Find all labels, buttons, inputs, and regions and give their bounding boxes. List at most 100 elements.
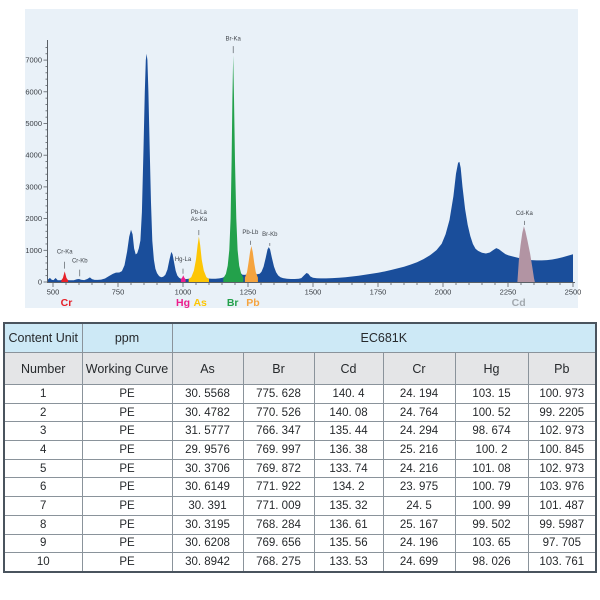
table-cell: PE — [82, 553, 172, 572]
table-cell: 771. 009 — [243, 497, 314, 516]
table-cell: 30. 6208 — [172, 534, 243, 553]
table-cell: 133. 74 — [314, 459, 383, 478]
x-tick-label: 1750 — [370, 288, 387, 297]
table-row: 10PE30. 8942768. 275133. 5324. 69998. 02… — [4, 553, 596, 572]
column-header-cell: As — [172, 353, 243, 385]
element-label: Cd — [512, 297, 526, 309]
table-cell: 133. 53 — [314, 553, 383, 572]
table-cell: 30. 5568 — [172, 385, 243, 404]
table-row: 2PE30. 4782770. 526140. 0824. 764100. 52… — [4, 403, 596, 422]
table-cell: 7 — [4, 497, 82, 516]
table-row: 7PE30. 391771. 009135. 3224. 5100. 99101… — [4, 497, 596, 516]
table-cell: 30. 3195 — [172, 515, 243, 534]
table-cell: 8 — [4, 515, 82, 534]
table-row: 9PE30. 6208769. 656135. 5624. 196103. 65… — [4, 534, 596, 553]
table-cell: 24. 5 — [383, 497, 455, 516]
element-label: Cr — [61, 297, 73, 309]
x-tick-label: 2250 — [500, 288, 517, 297]
element-label: As — [193, 297, 207, 309]
table-cell: 30. 6149 — [172, 478, 243, 497]
table-row: 6PE30. 6149771. 922134. 223. 975100. 791… — [4, 478, 596, 497]
table-cell: 31. 5777 — [172, 422, 243, 441]
table-cell: 1 — [4, 385, 82, 404]
peak-label: Br-Ka — [226, 36, 242, 42]
spectrum-chart-panel: 0100020003000400050006000700050075010001… — [0, 0, 600, 318]
table-cell: 101. 487 — [528, 497, 596, 516]
y-tick-label: 5000 — [25, 119, 42, 128]
table-cell: 100. 2 — [455, 441, 528, 460]
table-cell: 4 — [4, 441, 82, 460]
peak-label: Cr-Kb — [72, 258, 88, 264]
y-tick-label: 7000 — [25, 56, 42, 65]
table-cell: 2 — [4, 403, 82, 422]
table-cell: 23. 975 — [383, 478, 455, 497]
column-header-cell: Br — [243, 353, 314, 385]
spectrum-svg: 0100020003000400050006000700050075010001… — [0, 0, 600, 318]
table-cell: 100. 52 — [455, 403, 528, 422]
element-label: Hg — [176, 297, 190, 309]
table-cell: 140. 08 — [314, 403, 383, 422]
table-cell: 140. 4 — [314, 385, 383, 404]
table-cell: 770. 526 — [243, 403, 314, 422]
table-cell: 98. 674 — [455, 422, 528, 441]
table-cell: 103. 761 — [528, 553, 596, 572]
table-cell: 5 — [4, 459, 82, 478]
table-cell: 30. 3706 — [172, 459, 243, 478]
table-cell: PE — [82, 515, 172, 534]
peak-label: Pb-La — [191, 210, 208, 216]
header-row-columns: NumberWorking CurveAsBrCdCrHgPb — [4, 353, 596, 385]
x-tick-label: 2000 — [435, 288, 452, 297]
table-cell: 30. 8942 — [172, 553, 243, 572]
x-tick-label: 500 — [47, 288, 60, 297]
y-tick-label: 0 — [38, 278, 42, 287]
table-cell: 102. 973 — [528, 459, 596, 478]
column-header-cell: Hg — [455, 353, 528, 385]
table-cell: 99. 502 — [455, 515, 528, 534]
table-cell: 100. 99 — [455, 497, 528, 516]
table-cell: 768. 284 — [243, 515, 314, 534]
table-cell: PE — [82, 385, 172, 404]
table-cell: 769. 656 — [243, 534, 314, 553]
results-table-container: Content UnitppmEC681KNumberWorking Curve… — [3, 322, 597, 573]
table-cell: 98. 026 — [455, 553, 528, 572]
y-tick-label: 1000 — [25, 246, 42, 255]
table-cell: 103. 15 — [455, 385, 528, 404]
header-row-units: Content UnitppmEC681K — [4, 323, 596, 353]
peak-label: Pb-Lb — [242, 230, 259, 236]
table-cell: 100. 79 — [455, 478, 528, 497]
peak-label: As-Ka — [191, 217, 208, 223]
table-cell: 766. 347 — [243, 422, 314, 441]
table-row: 3PE31. 5777766. 347135. 4424. 29498. 674… — [4, 422, 596, 441]
table-cell: 24. 196 — [383, 534, 455, 553]
table-cell: 29. 9576 — [172, 441, 243, 460]
table-cell: PE — [82, 422, 172, 441]
table-cell: 769. 872 — [243, 459, 314, 478]
x-tick-label: 750 — [112, 288, 125, 297]
table-cell: PE — [82, 441, 172, 460]
table-cell: 3 — [4, 422, 82, 441]
table-cell: 6 — [4, 478, 82, 497]
table-cell: 25. 167 — [383, 515, 455, 534]
table-row: 4PE29. 9576769. 997136. 3825. 216100. 21… — [4, 441, 596, 460]
table-cell: 25. 216 — [383, 441, 455, 460]
table-cell: 9 — [4, 534, 82, 553]
table-cell: 771. 922 — [243, 478, 314, 497]
table-row: 5PE30. 3706769. 872133. 7424. 216101. 08… — [4, 459, 596, 478]
table-cell: 99. 2205 — [528, 403, 596, 422]
table-cell: PE — [82, 403, 172, 422]
results-table: Content UnitppmEC681KNumberWorking Curve… — [3, 322, 597, 573]
table-cell: 24. 194 — [383, 385, 455, 404]
table-cell: 99. 5987 — [528, 515, 596, 534]
peak-label: Cd-Ka — [516, 211, 534, 217]
column-header-cell: Number — [4, 353, 82, 385]
table-cell: 775. 628 — [243, 385, 314, 404]
column-header-cell: Pb — [528, 353, 596, 385]
table-cell: 100. 845 — [528, 441, 596, 460]
table-cell: 101. 08 — [455, 459, 528, 478]
table-cell: 24. 216 — [383, 459, 455, 478]
header-cell: EC681K — [172, 323, 596, 353]
column-header-cell: Cd — [314, 353, 383, 385]
y-tick-label: 2000 — [25, 214, 42, 223]
table-cell: 30. 391 — [172, 497, 243, 516]
table-cell: 134. 2 — [314, 478, 383, 497]
